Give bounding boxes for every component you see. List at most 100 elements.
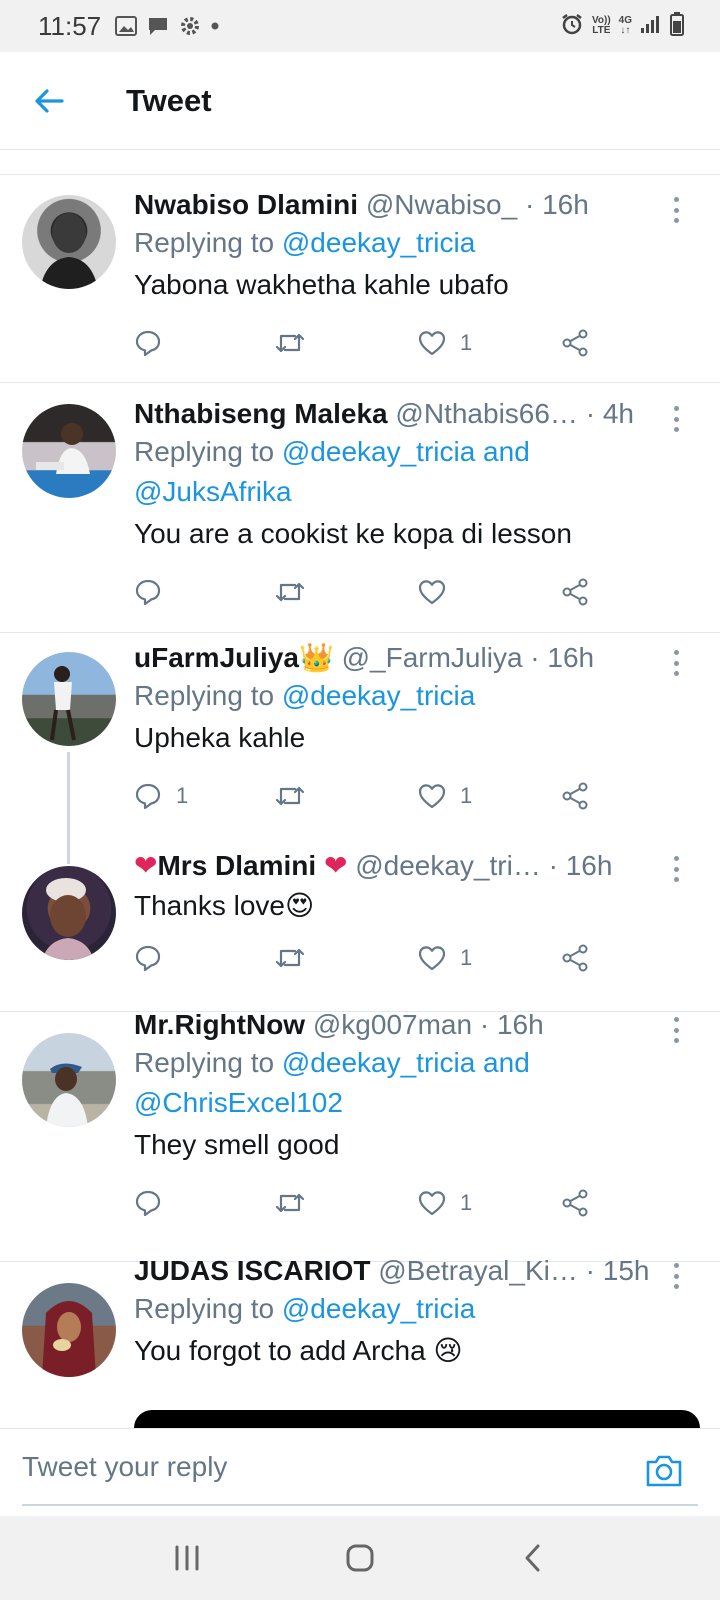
more-icon[interactable]	[672, 406, 680, 432]
recents-icon[interactable]	[157, 1528, 217, 1588]
camera-icon[interactable]	[644, 1453, 684, 1489]
user-name[interactable]: JUDAS ISCARIOT	[134, 1255, 370, 1286]
tweet-actions: 1 1	[134, 776, 614, 816]
mention-link[interactable]: @deekay_tricia and	[282, 1047, 530, 1078]
reply-composer: Tweet your reply	[0, 1428, 720, 1516]
user-name[interactable]: Nthabiseng Maleka	[134, 398, 388, 429]
reply-button[interactable]: 1	[134, 776, 188, 816]
avatar[interactable]	[22, 652, 116, 746]
like-button[interactable]: 1	[418, 938, 472, 978]
gallery-icon	[115, 16, 138, 36]
like-count: 1	[460, 330, 473, 355]
mention-link[interactable]: @deekay_tricia	[282, 227, 475, 258]
retweet-button[interactable]	[274, 938, 306, 978]
tweet-time: 16h	[542, 189, 589, 220]
retweet-icon	[275, 948, 305, 968]
avatar[interactable]	[22, 866, 116, 960]
more-icon[interactable]	[672, 650, 680, 676]
crown-emoji: 👑	[298, 642, 334, 673]
input-underline	[22, 1504, 698, 1506]
back-arrow-icon[interactable]	[24, 76, 74, 126]
retweet-button[interactable]	[274, 776, 306, 816]
share-button[interactable]	[560, 776, 590, 816]
user-handle[interactable]: @kg007man	[313, 1009, 472, 1040]
reply-button[interactable]	[134, 938, 176, 978]
more-icon[interactable]	[672, 197, 680, 223]
tweet-text: You forgot to add Archa 😢	[134, 1335, 463, 1366]
tweet-actions: 1	[134, 938, 614, 978]
share-button[interactable]	[560, 938, 590, 978]
reply-icon	[135, 579, 161, 606]
reply-button[interactable]	[134, 1183, 176, 1223]
avatar[interactable]	[22, 1033, 116, 1127]
more-icon[interactable]	[672, 1017, 680, 1043]
tweet-actions: 1	[134, 323, 614, 363]
like-button[interactable]: 1	[418, 776, 472, 816]
like-button[interactable]	[418, 572, 460, 612]
tweet-text: They smell good	[134, 1129, 340, 1160]
tweet[interactable]: Nthabiseng Maleka @Nthabis66… · 4h Reply…	[0, 384, 720, 633]
share-button[interactable]	[560, 323, 590, 363]
tweet-time: 15h	[602, 1255, 650, 1286]
retweet-button[interactable]	[274, 323, 306, 363]
reply-icon	[135, 330, 161, 357]
tweet[interactable]: uFarmJuliya👑 @_FarmJuliya · 16h Replying…	[0, 634, 720, 864]
share-icon	[562, 578, 588, 606]
reply-button[interactable]	[134, 572, 176, 612]
reply-button[interactable]	[134, 323, 176, 363]
tweet-header: Nwabiso Dlamini @Nwabiso_ · 16h	[134, 189, 589, 220]
avatar[interactable]	[22, 404, 116, 498]
tweet-text: Thanks love😍	[134, 890, 315, 921]
share-button[interactable]	[560, 1183, 590, 1223]
mention-link[interactable]: @JuksAfrika	[134, 476, 292, 507]
user-name[interactable]: uFarmJuliya	[134, 642, 299, 673]
user-handle[interactable]: @Betrayal_Ki…	[378, 1255, 578, 1286]
retweet-button[interactable]	[274, 1183, 306, 1223]
mention-link[interactable]: @deekay_tricia and	[282, 436, 530, 467]
notification-dot-icon	[211, 22, 219, 30]
tweet[interactable]: Nwabiso Dlamini @Nwabiso_ · 16h Replying…	[0, 175, 720, 383]
replying-to: Replying to @deekay_tricia	[134, 680, 476, 711]
status-bar: 11:57 Vo)) LTE 4G ↓↑	[0, 0, 720, 52]
user-handle[interactable]: @deekay_tri…	[355, 850, 541, 881]
settings-icon	[179, 15, 201, 37]
replying-to: Replying to @deekay_tricia and	[134, 436, 530, 467]
user-handle[interactable]: @_FarmJuliya	[342, 642, 523, 673]
tweet[interactable]: Mr.RightNow @kg007man · 16h Replying to …	[0, 1009, 720, 1262]
tweet-header: Nthabiseng Maleka @Nthabis66… · 4h	[134, 398, 634, 429]
like-icon	[418, 784, 446, 809]
tweet-time: 4h	[602, 398, 634, 429]
user-name[interactable]: ❤Mrs Dlamini ❤	[134, 850, 347, 881]
like-button[interactable]: 1	[418, 1183, 472, 1223]
mention-link[interactable]: @deekay_tricia	[282, 680, 475, 711]
user-name[interactable]: Mr.RightNow	[134, 1009, 305, 1040]
tweet-text: Upheka kahle	[134, 722, 306, 753]
tweet[interactable]: JUDAS ISCARIOT @Betrayal_Ki… · 15h Reply…	[0, 1255, 720, 1428]
replying-to: Replying to @deekay_tricia	[134, 1293, 476, 1324]
mention-link[interactable]: @deekay_tricia	[282, 1293, 475, 1324]
tweet[interactable]: ❤Mrs Dlamini ❤ @deekay_tri… · 16h Thanks…	[0, 850, 720, 1012]
app-bar: Tweet	[0, 52, 720, 150]
more-icon[interactable]	[672, 1263, 680, 1289]
mention-link[interactable]: @ChrisExcel102	[134, 1087, 343, 1118]
avatar[interactable]	[22, 1283, 116, 1377]
volte-indicator: Vo)) LTE	[591, 15, 611, 36]
share-button[interactable]	[560, 572, 590, 612]
back-icon[interactable]	[503, 1528, 563, 1588]
reply-input[interactable]: Tweet your reply	[22, 1451, 227, 1483]
tweet-media[interactable]	[134, 1410, 700, 1428]
share-icon	[562, 944, 588, 972]
user-handle[interactable]: @Nthabis66…	[395, 398, 578, 429]
like-icon	[418, 1191, 446, 1216]
user-name[interactable]: Nwabiso Dlamini	[134, 189, 358, 220]
more-icon[interactable]	[672, 856, 680, 882]
tweet-header: ❤Mrs Dlamini ❤ @deekay_tri… · 16h	[134, 850, 613, 881]
like-icon	[418, 946, 446, 971]
user-handle[interactable]: @Nwabiso_	[366, 189, 517, 220]
home-icon[interactable]	[330, 1528, 390, 1588]
like-button[interactable]: 1	[418, 323, 472, 363]
reply-icon	[135, 783, 161, 810]
avatar[interactable]	[22, 195, 116, 289]
retweet-button[interactable]	[274, 572, 306, 612]
message-icon	[147, 15, 169, 37]
